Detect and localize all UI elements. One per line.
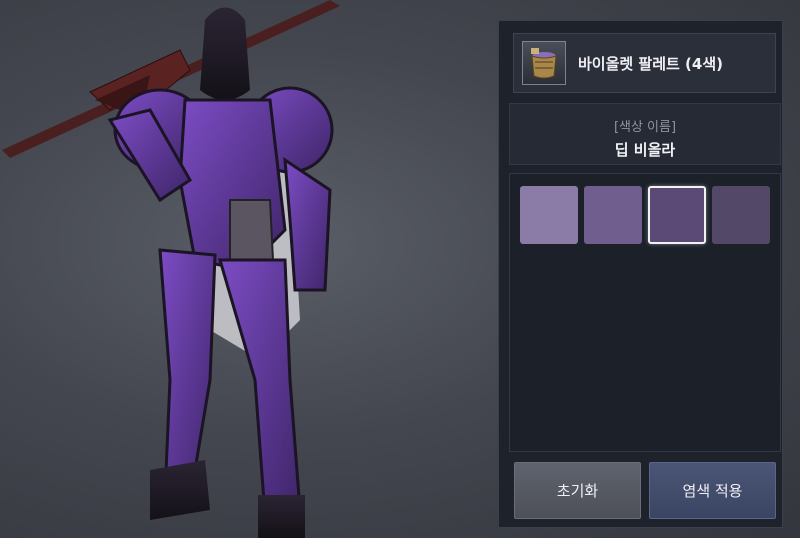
character-preview[interactable] — [0, 0, 500, 538]
apply-dye-button[interactable]: 염색 적용 — [649, 462, 776, 519]
color-swatch[interactable] — [712, 186, 770, 244]
color-name-box: [색상 이름] 딥 비올라 — [509, 103, 781, 165]
color-swatch[interactable] — [520, 186, 578, 244]
item-header: 바이올렛 팔레트 (4색) — [513, 33, 776, 93]
dye-bucket-icon — [522, 41, 566, 85]
swatch-grid — [509, 173, 781, 452]
color-swatch[interactable] — [584, 186, 642, 244]
reset-button[interactable]: 초기화 — [514, 462, 641, 519]
armored-knight-model — [2, 0, 340, 538]
color-name-value: 딥 비올라 — [614, 141, 676, 159]
color-swatch[interactable] — [648, 186, 706, 244]
color-name-label: [색상 이름] — [613, 120, 677, 135]
item-name: 바이올렛 팔레트 (4색) — [578, 54, 723, 73]
dye-panel: 바이올렛 팔레트 (4색) [색상 이름] 딥 비올라 초기화 염색 적용 — [498, 20, 783, 528]
